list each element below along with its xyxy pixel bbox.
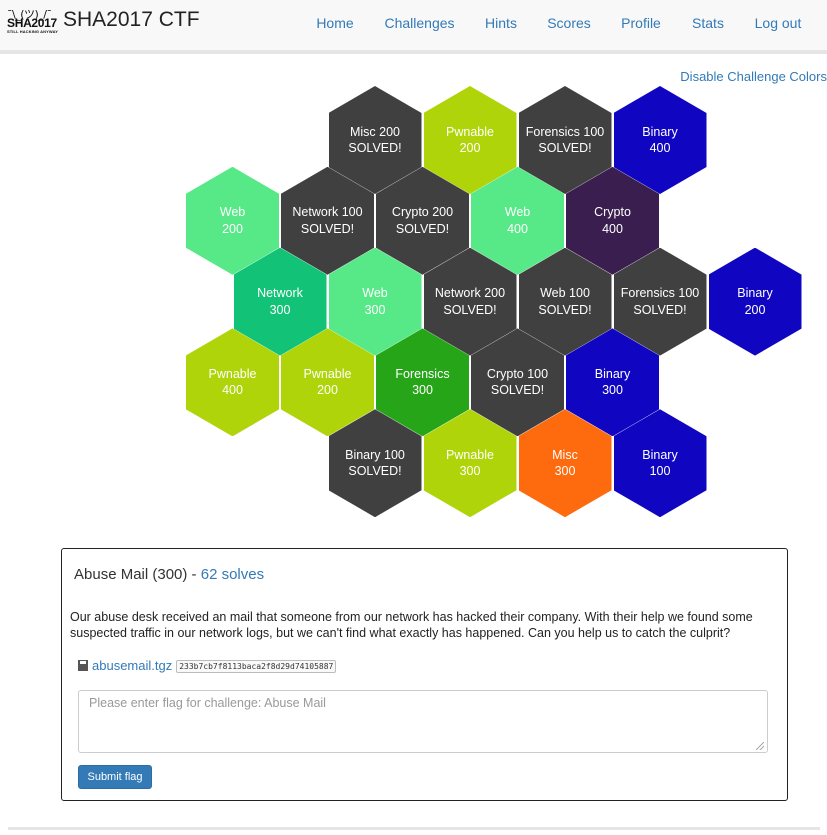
- challenge-hex-value: 300: [364, 302, 386, 317]
- title-separator: -: [187, 566, 201, 583]
- nav-hints[interactable]: Hints: [476, 9, 526, 37]
- challenge-hex-value: 300: [269, 302, 291, 317]
- attachment-row: abusemail.tgz 233b7cb7f8113baca2f8d29d741…: [78, 658, 337, 676]
- challenge-hex-name: Web: [219, 205, 246, 220]
- challenge-hex-value: SOLVED!: [538, 141, 592, 155]
- challenge-hex-name: Crypto 200: [391, 205, 454, 220]
- nav-stats[interactable]: Stats: [685, 9, 731, 37]
- challenge-hex-value: 200: [222, 221, 243, 236]
- challenge-hex-value: 100: [649, 464, 671, 479]
- nav-home[interactable]: Home: [307, 9, 363, 37]
- navbar: ¯\_(ツ)_/¯ SHA2017 STILL HACKING ANYWAY S…: [0, 0, 827, 51]
- challenge-hex-value: 200: [459, 141, 481, 155]
- challenge-hex-value: 400: [222, 383, 243, 398]
- challenge-description: Our abuse desk received an mail that som…: [70, 610, 753, 640]
- challenge-hex-value: SOLVED!: [490, 383, 545, 398]
- challenge-hex-value: SOLVED!: [443, 302, 497, 317]
- challenge-hex-name: Forensics 100: [620, 286, 700, 301]
- challenge-hex-value: 200: [317, 383, 338, 398]
- challenge-hex-name: Binary: [642, 447, 678, 462]
- resize-grip-icon[interactable]: [756, 742, 764, 750]
- solves-link[interactable]: 62 solves: [201, 566, 264, 583]
- challenge-hex-value: 400: [507, 221, 528, 236]
- logo-mark-text: SHA2017: [7, 16, 57, 30]
- challenge-hex-name: Pwnable: [446, 447, 494, 462]
- challenge-hex-value: 400: [649, 141, 671, 155]
- challenge-hex-value: 300: [459, 464, 481, 479]
- challenge-hex-value: SOLVED!: [300, 221, 355, 236]
- challenge-title: Abuse Mail (300) - 62 solves: [74, 566, 264, 583]
- challenge-hex-value: 300: [602, 383, 623, 398]
- file-hash: 233b7cb7f8113baca2f8d29d74105887: [176, 660, 337, 673]
- challenge-hex-value: SOLVED!: [348, 141, 402, 155]
- challenge-hex-value: SOLVED!: [538, 302, 592, 317]
- challenge-hex-name: Pwnable: [208, 366, 257, 381]
- challenge-hex-value: SOLVED!: [633, 302, 687, 317]
- challenge-hex-name: Pwnable: [446, 124, 494, 139]
- nav-logout[interactable]: Log out: [745, 9, 811, 37]
- challenge-hex-value: 200: [744, 302, 766, 317]
- challenge-hex-value: 400: [602, 221, 623, 236]
- challenge-hex-grid: Misc 200 SOLVED! Pwnable 200 Forensics 100 SO…: [0, 80, 827, 520]
- challenge-hex-name: Forensics 100: [525, 124, 605, 139]
- challenge-hex-name: Binary: [737, 286, 773, 301]
- challenge-name: Abuse Mail (300): [74, 566, 188, 583]
- navbar-divider: [0, 51, 827, 54]
- challenge-hex-name: Forensics: [395, 366, 450, 381]
- nav-challenges[interactable]: Challenges: [375, 9, 464, 37]
- challenge-hex-value: 300: [412, 383, 433, 398]
- challenge-hex-name: Network 100: [292, 205, 363, 220]
- challenge-hex-name: Binary 100: [345, 447, 405, 462]
- challenge-hex-name: Binary: [594, 366, 631, 381]
- attachment-download-link[interactable]: abusemail.tgz: [92, 658, 172, 673]
- site-title[interactable]: SHA2017 CTF: [63, 8, 200, 32]
- challenge-hex-value: 300: [554, 464, 576, 479]
- floppy-disk-icon: [78, 660, 88, 671]
- flag-input[interactable]: [78, 690, 768, 753]
- challenge-hex-name: Web 100: [540, 286, 590, 301]
- submit-flag-button[interactable]: Submit flag: [78, 765, 152, 789]
- challenge-hex-name: Pwnable: [303, 366, 352, 381]
- challenge-hex-name: Network 200: [434, 286, 506, 301]
- challenge-hex-name: Network: [257, 286, 303, 301]
- challenge-hex-name: Web: [362, 286, 388, 301]
- challenge-hex-name: Crypto 100: [486, 366, 549, 381]
- sha2017-logo[interactable]: ¯\_(ツ)_/¯ SHA2017 STILL HACKING ANYWAY: [7, 6, 59, 34]
- challenge-hex-value: SOLVED!: [348, 464, 402, 479]
- challenge-hex-value: SOLVED!: [395, 221, 450, 236]
- footer-divider: [8, 827, 820, 830]
- logo-tagline: STILL HACKING ANYWAY: [7, 29, 58, 34]
- challenge-hex-name: Misc: [552, 447, 578, 462]
- challenge-panel: Abuse Mail (300) - 62 solves Our abuse d…: [61, 548, 788, 801]
- challenge-hex-name: Misc 200: [349, 124, 401, 139]
- nav-profile[interactable]: Profile: [612, 9, 670, 37]
- challenge-hex-name: Web: [504, 205, 531, 220]
- challenge-hex[interactable]: Binary 200: [708, 247, 802, 356]
- challenge-hex-name: Binary: [642, 124, 678, 139]
- nav-scores[interactable]: Scores: [540, 9, 598, 37]
- challenge-hex-name: Crypto: [594, 205, 631, 220]
